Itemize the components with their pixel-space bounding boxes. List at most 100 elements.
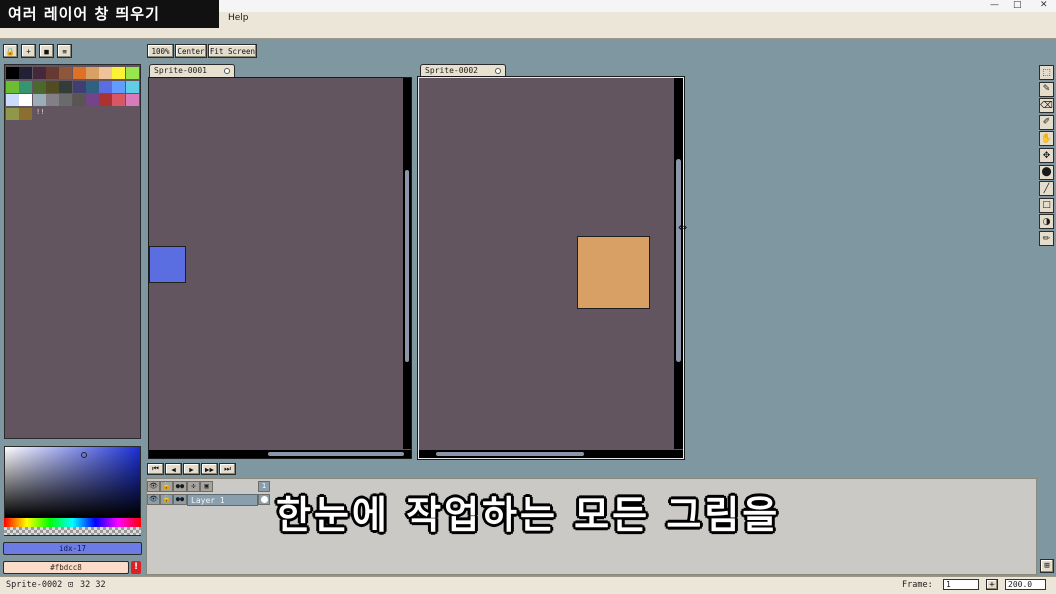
frame-header-1[interactable]: 1 [258, 481, 270, 492]
palette-swatch[interactable] [125, 94, 139, 106]
palette-swatch[interactable] [99, 67, 113, 79]
palette-swatch[interactable] [32, 80, 46, 93]
layers-header-icon[interactable]: ▣ [200, 481, 213, 492]
palette-swatch[interactable] [59, 94, 73, 106]
palette-swatch[interactable] [85, 80, 99, 93]
horizontal-scrollbar-thumb[interactable] [268, 452, 404, 456]
palette-swatch[interactable] [72, 67, 86, 79]
video-title-overlay: 여러 레이어 창 띄우기 [0, 0, 219, 28]
palette-swatch[interactable] [32, 94, 46, 106]
palette-swatch[interactable] [125, 80, 139, 93]
rectangle-icon[interactable]: □ [1039, 197, 1054, 213]
folder-icon[interactable]: ■ [39, 44, 54, 58]
vertical-scrollbar-thumb[interactable] [676, 159, 681, 362]
eyedropper-icon[interactable]: ✐ [1039, 114, 1054, 130]
zoom-100-button[interactable]: 100% [147, 44, 174, 58]
move-icon[interactable]: ✥ [1039, 148, 1054, 163]
tab-sprite-0001[interactable]: Sprite-0001 [149, 64, 235, 77]
tab-sprite-0002[interactable]: Sprite-0002 [420, 64, 506, 77]
layer-link-icon[interactable]: ●● [173, 494, 187, 505]
palette-swatch[interactable] [112, 80, 126, 93]
tab-close-icon[interactable] [224, 68, 230, 74]
brush-icon[interactable]: ✏ [1039, 231, 1054, 246]
sprite-editor-0001[interactable] [148, 77, 412, 459]
gear-header-icon[interactable]: ✣ [187, 481, 200, 492]
play-button[interactable]: ▶ [183, 463, 200, 475]
menu-help[interactable]: Help [228, 13, 249, 23]
palette-swatch[interactable] [45, 94, 59, 106]
menu-icon[interactable]: ≡ [57, 44, 72, 58]
add-frame-button[interactable]: + [986, 579, 998, 590]
layer-eye-icon[interactable]: 👁 [147, 494, 160, 505]
palette-swatch[interactable] [45, 80, 59, 93]
palette-swatch[interactable] [6, 80, 19, 93]
palette-swatch[interactable] [112, 67, 126, 79]
color-picker-cursor[interactable] [81, 452, 87, 458]
frame-input[interactable]: 1 [943, 579, 979, 590]
frame-label: Frame: [902, 580, 933, 590]
warning-icon[interactable]: ! [131, 561, 141, 574]
status-sprite-name: Sprite-0002 [6, 580, 63, 590]
hand-icon[interactable]: ✋ [1039, 131, 1054, 147]
cel-frame-1[interactable] [258, 494, 270, 505]
center-button[interactable]: Center [175, 44, 207, 58]
palette-swatch[interactable] [19, 94, 33, 106]
first-frame-button[interactable]: ⏮ [147, 463, 164, 475]
palette-swatch[interactable] [85, 94, 99, 106]
palette-panel [4, 64, 141, 439]
next-frame-button[interactable]: ▶▶ [201, 463, 218, 475]
lock-header-icon[interactable]: 🔒 [160, 481, 173, 492]
tab-close-icon[interactable] [495, 68, 501, 74]
status-size: 32 32 [80, 580, 106, 590]
visibility-header-icon[interactable]: 👁 [147, 481, 160, 492]
minimize-button[interactable]: — [990, 0, 999, 10]
maximize-button[interactable]: □ [1013, 0, 1022, 10]
horizontal-scrollbar-thumb[interactable] [436, 452, 584, 456]
palette-swatch[interactable] [19, 67, 33, 79]
expand-icon[interactable]: ⊞ [1040, 559, 1054, 573]
status-size-icon: ⊡ [68, 580, 74, 590]
palette-swatch[interactable] [72, 94, 86, 106]
fit-screen-button[interactable]: Fit Screen [208, 44, 257, 58]
eraser-icon[interactable]: ⌫ [1039, 98, 1054, 114]
palette-swatch[interactable] [99, 94, 113, 106]
link-header-icon[interactable]: ●● [173, 481, 187, 492]
line-icon[interactable]: ╱ [1039, 181, 1054, 197]
alpha-slider[interactable] [4, 527, 141, 535]
video-subtitle-overlay: 한눈에 작업하는 모든 그림을 [276, 493, 781, 537]
hue-slider[interactable] [4, 518, 141, 527]
last-frame-button[interactable]: ⏭ [219, 463, 236, 475]
palette-swatch[interactable] [6, 67, 19, 79]
close-button[interactable]: ✕ [1040, 0, 1048, 10]
ellipse-icon[interactable]: ◑ [1039, 214, 1054, 230]
zoom-input[interactable]: 200.0 [1005, 579, 1046, 590]
background-color-button[interactable]: #fbdcc8 [3, 561, 129, 574]
lock-icon[interactable]: 🔒 [3, 44, 18, 58]
pencil-icon[interactable]: ✎ [1039, 81, 1054, 97]
palette-swatch[interactable] [125, 67, 139, 79]
foreground-color-button[interactable]: idx-17 [3, 542, 142, 555]
palette-swatch[interactable] [19, 80, 33, 93]
tab-label: Sprite-0002 [425, 66, 478, 75]
palette-swatch[interactable] [6, 107, 19, 120]
paint-bucket-icon[interactable]: ⬤ [1039, 164, 1054, 180]
palette-swatch[interactable] [6, 94, 19, 106]
layer-name[interactable]: Layer 1 [187, 494, 258, 506]
palette-swatch[interactable] [19, 107, 33, 120]
palette-swatch[interactable] [32, 67, 46, 79]
status-bar [0, 576, 1056, 594]
palette-swatch[interactable] [59, 80, 73, 93]
palette-swatch[interactable] [99, 80, 113, 93]
plus-icon[interactable]: + [21, 44, 36, 58]
layer-lock-icon[interactable]: 🔓 [160, 494, 173, 505]
palette-swatch[interactable] [72, 80, 86, 93]
marquee-icon[interactable]: ⬚ [1039, 65, 1054, 80]
vertical-scrollbar-thumb[interactable] [405, 170, 409, 362]
palette-swatch[interactable] [59, 67, 73, 79]
previous-frame-button[interactable]: ◀ [165, 463, 182, 475]
sprite-rectangle-blue [149, 246, 186, 283]
palette-swatch[interactable] [45, 67, 59, 79]
palette-swatch[interactable] [85, 67, 99, 79]
palette-swatch[interactable] [112, 94, 126, 106]
resize-cursor-icon: ⇔ [678, 221, 688, 234]
